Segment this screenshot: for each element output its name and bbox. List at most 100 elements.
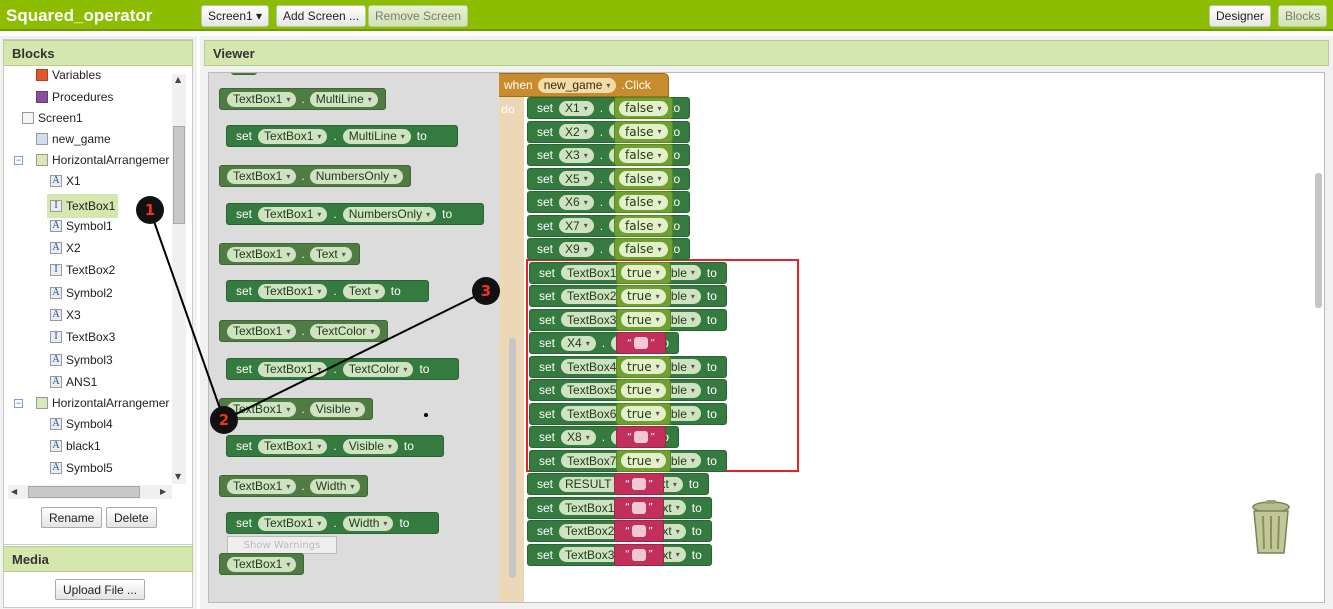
set-textbox1-numbersonly-block[interactable]: setTextBox1.NumbersOnlyto <box>226 203 484 225</box>
property-dropdown[interactable]: Text <box>309 246 352 262</box>
empty-text-block[interactable]: “” <box>614 543 664 566</box>
boolean-dropdown[interactable]: false <box>619 100 668 116</box>
tree-item-textbox3[interactable]: I TextBox3 <box>50 328 115 346</box>
logic-true-block[interactable]: true <box>616 285 671 307</box>
component-dropdown[interactable]: X6 <box>559 194 594 210</box>
boolean-dropdown[interactable]: false <box>619 218 668 233</box>
scroll-up-icon[interactable]: ▲ <box>175 75 181 84</box>
workspace-scrollbar[interactable] <box>1315 173 1322 308</box>
drawer-scrollbar[interactable] <box>509 338 516 578</box>
text-field[interactable] <box>632 501 646 514</box>
boolean-dropdown[interactable]: false <box>619 194 668 210</box>
component-dropdown[interactable]: TextBox1 <box>227 556 297 572</box>
textbox1-multiline-getter[interactable]: TextBox1.MultiLine <box>219 88 386 110</box>
property-dropdown[interactable]: NumbersOnly <box>342 206 437 222</box>
property-dropdown[interactable]: TextColor <box>309 323 381 339</box>
textbox1-width-getter[interactable]: TextBox1.Width <box>219 475 369 497</box>
add-screen-button[interactable]: Add Screen ... <box>276 5 367 27</box>
property-dropdown[interactable]: Visible <box>342 438 398 454</box>
textbox1-partial-getter[interactable]: TextBox1 <box>219 553 305 575</box>
logic-false-block[interactable]: false <box>614 167 673 190</box>
set-textbox1-multiline-block[interactable]: setTextBox1.MultiLineto <box>226 125 458 147</box>
tree-item-screen1[interactable]: Screen1 <box>22 109 83 127</box>
empty-text-block[interactable]: “” <box>616 332 666 354</box>
boolean-dropdown[interactable]: true <box>621 288 666 304</box>
textbox1-text-getter[interactable]: TextBox1.Text <box>219 243 360 265</box>
empty-text-block[interactable]: “” <box>614 520 664 542</box>
set-textbox1-visible-block[interactable]: setTextBox1.Visibleto <box>226 435 444 457</box>
tree-vertical-scrollbar[interactable]: ▲ ▼ <box>172 74 186 484</box>
component-dropdown[interactable]: TextBox1 <box>227 168 297 184</box>
tree-item-horizontal-arrangement-2[interactable]: − HorizontalArrangemer <box>14 394 169 412</box>
textbox1-textcolor-getter[interactable]: TextBox1.TextColor <box>219 320 389 342</box>
tree-item-ans1[interactable]: A ANS1 <box>50 373 97 391</box>
tree-item-black1[interactable]: Ablack1 <box>50 437 101 455</box>
tree-item-symbol4[interactable]: A Symbol4 <box>50 415 113 433</box>
remove-screen-button[interactable]: Remove Screen <box>368 5 469 27</box>
boolean-dropdown[interactable]: false <box>619 171 668 186</box>
tree-item-new-game[interactable]: new_game <box>36 130 111 148</box>
component-dropdown[interactable]: TextBox1 <box>258 515 328 531</box>
component-dropdown[interactable]: TextBox1 <box>258 361 328 377</box>
property-dropdown[interactable]: NumbersOnly <box>309 168 404 184</box>
logic-true-block[interactable]: true <box>616 308 671 331</box>
scrollbar-thumb[interactable] <box>28 486 140 498</box>
event-component-dropdown[interactable]: new_game <box>537 77 617 93</box>
logic-false-block[interactable]: false <box>614 144 673 166</box>
textbox1-numbersonly-getter[interactable]: TextBox1.NumbersOnly <box>219 165 412 187</box>
component-dropdown[interactable]: X5 <box>559 171 594 186</box>
property-dropdown[interactable]: MultiLine <box>342 128 411 144</box>
scroll-down-icon[interactable]: ▼ <box>175 472 181 481</box>
rename-button[interactable]: Rename <box>41 507 103 528</box>
delete-button[interactable]: Delete <box>106 507 157 528</box>
boolean-dropdown[interactable]: true <box>621 359 666 374</box>
boolean-dropdown[interactable]: true <box>621 406 666 421</box>
component-dropdown[interactable]: TextBox1 <box>227 323 297 339</box>
component-dropdown[interactable]: TextBox1 <box>227 478 297 494</box>
component-dropdown[interactable]: TextBox1 <box>258 206 328 222</box>
text-field[interactable] <box>632 478 646 490</box>
property-dropdown[interactable]: Width <box>309 478 361 494</box>
component-dropdown[interactable]: X2 <box>559 124 594 139</box>
tree-item-procedures[interactable]: Procedures <box>36 88 113 106</box>
blocks-workspace[interactable]: when new_game .Click do TextBox1.MultiLi… <box>208 72 1325 603</box>
boolean-dropdown[interactable]: false <box>619 124 668 139</box>
set-textbox1-textcolor-block[interactable]: setTextBox1.TextColorto <box>226 358 459 380</box>
tree-item-symbol3[interactable]: A Symbol3 <box>50 351 113 369</box>
scroll-left-icon[interactable]: ◀ <box>11 487 17 496</box>
logic-true-block[interactable]: true <box>616 449 671 472</box>
logic-true-block[interactable]: true <box>616 379 671 401</box>
boolean-dropdown[interactable]: true <box>621 453 666 468</box>
logic-false-block[interactable]: false <box>614 214 673 237</box>
tree-item-textbox1[interactable]: I TextBox1 <box>47 194 119 218</box>
property-dropdown[interactable]: Visible <box>309 401 365 417</box>
tree-item-variables[interactable]: Variables <box>36 66 101 84</box>
component-dropdown[interactable]: X8 <box>561 429 596 445</box>
when-new-game-click-block[interactable]: when new_game .Click <box>494 73 669 97</box>
text-field[interactable] <box>632 525 646 537</box>
collapse-icon[interactable]: − <box>14 155 23 165</box>
set-textbox1-width-block[interactable]: setTextBox1.Widthto <box>226 512 439 534</box>
scroll-right-icon[interactable]: ▶ <box>160 487 166 496</box>
component-dropdown[interactable]: TextBox1 <box>227 91 297 107</box>
blocks-button[interactable]: Blocks <box>1278 5 1328 27</box>
textbox1-visible-getter[interactable]: TextBox1.Visible <box>219 398 373 420</box>
component-dropdown[interactable]: X3 <box>559 147 594 163</box>
designer-button[interactable]: Designer <box>1209 5 1272 27</box>
text-field[interactable] <box>634 337 648 349</box>
empty-text-block[interactable]: “” <box>614 496 664 519</box>
property-dropdown[interactable]: TextColor <box>342 361 414 377</box>
boolean-dropdown[interactable]: false <box>619 241 668 257</box>
boolean-dropdown[interactable]: true <box>621 265 666 280</box>
tree-item-x2[interactable]: A X2 <box>50 239 81 257</box>
boolean-dropdown[interactable]: false <box>619 147 668 163</box>
logic-false-block[interactable]: false <box>614 191 673 213</box>
component-dropdown[interactable]: TextBox1 <box>227 246 297 262</box>
tree-item-symbol5[interactable]: A Symbol5 <box>50 459 113 477</box>
boolean-dropdown[interactable]: true <box>621 312 666 327</box>
component-dropdown[interactable]: X9 <box>559 241 594 257</box>
tree-item-textbox2[interactable]: I TextBox2 <box>50 261 115 279</box>
property-dropdown[interactable]: MultiLine <box>309 91 378 107</box>
logic-true-block[interactable]: true <box>616 402 671 425</box>
empty-text-block[interactable]: “” <box>616 426 666 448</box>
